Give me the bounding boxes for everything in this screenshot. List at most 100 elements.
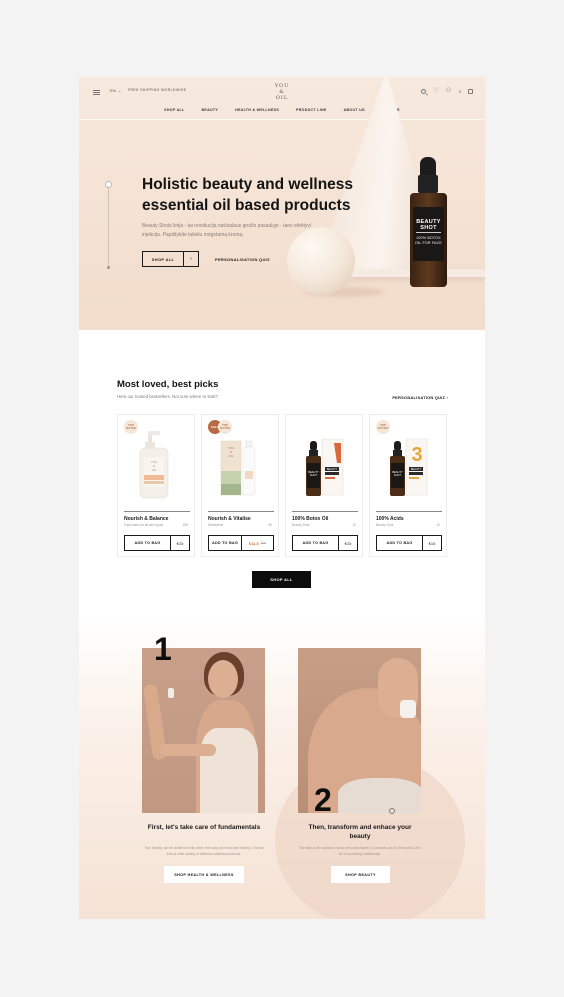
main-nav: SHOP ALL BEAUTY HEALTH & WELLNESS PRODUC… — [79, 108, 485, 112]
bag-icon[interactable] — [468, 88, 473, 94]
page: EN ⌄ FREE SHIPPING WORLDWIDE YOU & OIL ♡ … — [79, 77, 485, 919]
hero-section: EN ⌄ FREE SHIPPING WORLDWIDE YOU & OIL ♡ … — [79, 77, 485, 330]
product-description: Beauty Shot — [292, 523, 310, 527]
user-icon[interactable]: ⚇ — [446, 88, 452, 94]
logo[interactable]: YOU & OIL — [269, 83, 295, 101]
add-to-bag-button[interactable]: ADD TO BAG — [209, 536, 242, 550]
hero-shop-all-label: SHOP ALL — [151, 256, 175, 262]
card-divider — [376, 511, 442, 512]
buy-row: ADD TO BAG €15 — [124, 535, 190, 551]
shipping-notice: FREE SHIPPING WORLDWIDE — [128, 88, 187, 92]
bottle-label: BEAUTY SHOT 100% BOTOX OIL FOR FACE — [413, 207, 444, 261]
logo-line: OIL — [275, 95, 289, 101]
product-old-price: €15 — [260, 541, 267, 545]
hero-shop-all-button[interactable]: SHOP ALL › — [142, 251, 199, 267]
price-group: €11,5 €15 — [242, 536, 273, 550]
nav-item-shop-all[interactable]: SHOP ALL — [164, 108, 184, 112]
product-description: Beauty Shot — [376, 523, 394, 527]
product-name[interactable]: 100% Botox Oil — [292, 516, 328, 522]
product-size: 250 — [182, 523, 188, 527]
chevron-right-icon: › — [183, 252, 198, 266]
menu-icon[interactable] — [93, 90, 100, 95]
search-icon[interactable] — [420, 88, 426, 94]
svg-text:OIL: OIL — [152, 468, 157, 472]
hero-description: Beauty Shots linija - tai revoliucija na… — [142, 223, 311, 238]
figure-head — [208, 660, 238, 698]
product-size: 10 — [436, 523, 440, 527]
add-to-bag-button[interactable]: ADD TO BAG — [293, 536, 339, 550]
bottle-label-title: BEAUTY SHOT — [416, 219, 441, 231]
product-description: Moisturiser — [208, 523, 224, 527]
hero-product-bottle: BEAUTY SHOT 100% BOTOX OIL FOR FACE — [410, 157, 447, 287]
step-number: 1 — [154, 631, 172, 667]
product-price: €15 — [428, 540, 436, 546]
bottle-label-line — [416, 232, 441, 233]
shop-beauty-button[interactable]: SHOP BEAUTY — [331, 866, 390, 883]
top-rated-badge: TOP RATED — [218, 420, 232, 434]
card-divider — [208, 511, 274, 512]
hero-title: Holistic beauty and wellness essential o… — [142, 176, 354, 214]
svg-text:SHOT: SHOT — [394, 473, 402, 477]
bottle-cap — [418, 175, 438, 193]
buy-row: ADD TO BAG €15 — [292, 535, 358, 551]
chevron-down-icon: ⌄ — [117, 88, 122, 93]
dropper-bottle — [168, 688, 174, 698]
circle-icon — [389, 808, 395, 814]
shop-all-button[interactable]: SHOP ALL — [252, 571, 311, 588]
product-image[interactable]: BEAUTY BEAUTY SHOT — [286, 415, 364, 510]
step-title: Then, transform and enhace your beauty — [308, 824, 412, 840]
svg-text:BEAUTY: BEAUTY — [411, 467, 422, 471]
card-divider — [292, 511, 358, 512]
svg-text:OIL: OIL — [229, 454, 234, 458]
step-description: The skin is the surface of your personal… — [299, 846, 421, 856]
quiz-link-label: PERSONALISATION QUIZ — [392, 395, 446, 400]
product-name[interactable]: 100% Acids — [376, 516, 404, 522]
nav-item-beauty[interactable]: BEAUTY — [202, 108, 219, 112]
hero-slider-end-dot[interactable] — [107, 266, 110, 269]
product-description: Face wash for all skin types — [124, 523, 164, 527]
figure-top — [200, 728, 258, 813]
add-to-bag-button[interactable]: ADD TO BAG — [377, 536, 423, 550]
top-bar: EN ⌄ FREE SHIPPING WORLDWIDE YOU & OIL ♡ … — [79, 77, 485, 107]
buy-row: ADD TO BAG €11,5 €15 — [208, 535, 274, 551]
language-select[interactable]: EN ⌄ — [110, 88, 122, 93]
spray-bottle — [400, 700, 416, 718]
product-card[interactable]: YOU & OIL TOP RATED Nourish & Balance Fa… — [117, 414, 195, 557]
language-label: EN — [110, 88, 116, 93]
hero-slider-handle[interactable] — [105, 181, 112, 188]
product-size: 50 — [268, 523, 272, 527]
best-picks-subtitle: Here our trusted bestsellers. Not sure w… — [117, 394, 219, 399]
step-number: 2 — [314, 782, 332, 818]
product-name[interactable]: Nourish & Vitalise — [208, 516, 251, 522]
figure-arm — [160, 744, 216, 756]
heart-icon[interactable]: ♡ — [433, 88, 439, 94]
figure-top — [338, 778, 421, 813]
product-card[interactable]: BEAUTY BEAUTY SHOT 100% Botox Oil Beauty… — [285, 414, 363, 557]
top-rated-badge: TOP RATED — [124, 420, 138, 434]
product-card[interactable]: YOU & OIL SALE TOP RATED Nourish & Vital… — [201, 414, 279, 557]
product-price: €15 — [176, 540, 184, 546]
best-picks-quiz-link[interactable]: PERSONALISATION QUIZ › — [392, 395, 448, 400]
hero-quiz-link[interactable]: PERSONALISATION QUIZ — [215, 257, 270, 262]
nav-item-about-us[interactable]: ABOUT US — [344, 108, 365, 112]
product-list: YOU & OIL TOP RATED Nourish & Balance Fa… — [117, 414, 448, 557]
step-title: First, let's take care of fundamentals — [147, 824, 261, 831]
product-card[interactable]: 3 BEAUTY BEAUTY SHOT TOP RATED 100% Acid… — [369, 414, 447, 557]
add-to-bag-button[interactable]: ADD TO BAG — [125, 536, 171, 550]
product-sale-price: €11,5 — [248, 540, 259, 546]
bottle-label-subtitle: 100% BOTOX OIL FOR FACE — [414, 236, 443, 245]
best-picks-title: Most loved, best picks — [117, 379, 219, 390]
step-description: True beauty can be achieved only when th… — [144, 846, 264, 856]
cart-count: 0 — [458, 88, 461, 94]
card-divider — [124, 511, 190, 512]
buy-row: ADD TO BAG €15 — [376, 535, 442, 551]
product-size: 10 — [352, 523, 356, 527]
nav-item-product-line[interactable]: PRODUCT LINE — [296, 108, 327, 112]
product-price: €15 — [344, 540, 352, 546]
shop-health-wellness-button[interactable]: SHOP HEALTH & WELLNESS — [164, 866, 244, 883]
step-1-photo — [142, 648, 265, 813]
nav-item-health-wellness[interactable]: HEALTH & WELLNESS — [235, 108, 279, 112]
svg-text:SHOT: SHOT — [310, 473, 318, 477]
svg-text:BEAUTY: BEAUTY — [327, 467, 338, 471]
product-name[interactable]: Nourish & Balance — [124, 516, 168, 522]
